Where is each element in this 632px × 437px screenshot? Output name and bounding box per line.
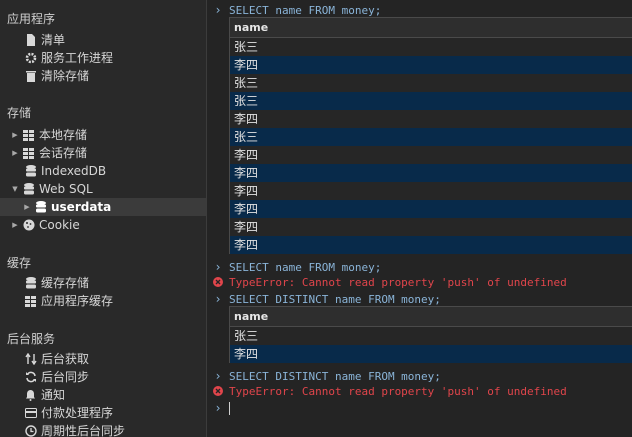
sidebar-item-userdata[interactable]: ▶ userdata <box>0 198 206 216</box>
table-header: name <box>230 307 632 327</box>
console-command-line: › SELECT DISTINCT name FROM money; <box>207 291 632 307</box>
table-row: 李四 <box>230 236 632 254</box>
console-error-line: TypeError: Cannot read property 'push' o… <box>207 274 632 290</box>
grid-icon <box>22 129 35 142</box>
sidebar-item-label: Cookie <box>39 218 80 232</box>
console-command-line: › SELECT DISTINCT name FROM money; <box>207 368 632 384</box>
section-title-background-services: 后台服务 <box>7 332 56 346</box>
section-title-cache: 缓存 <box>7 256 32 270</box>
sidebar-item-manifest[interactable]: 清单 <box>0 31 206 49</box>
sidebar-item-background-sync[interactable]: 后台同步 <box>0 368 206 386</box>
database-icon <box>22 183 35 196</box>
sidebar-item-label: 应用程序缓存 <box>41 294 114 308</box>
table-header: name <box>230 18 632 38</box>
prompt-chevron-icon: › <box>214 369 222 383</box>
table-row: 张三 <box>230 327 632 345</box>
sidebar-item-label: 缓存存储 <box>41 276 90 290</box>
sync-icon <box>24 371 37 384</box>
sidebar-item-notifications[interactable]: 通知 <box>0 386 206 404</box>
console-command-line: › SELECT name FROM money; <box>207 259 632 275</box>
card-icon <box>24 407 37 420</box>
grid-icon <box>22 147 35 160</box>
command-text: SELECT DISTINCT name FROM money; <box>229 369 441 383</box>
sidebar-item-indexeddb[interactable]: IndexedDB <box>0 162 206 180</box>
table-row: 李四 <box>230 182 632 200</box>
document-icon <box>24 34 37 47</box>
command-text: SELECT DISTINCT name FROM money; <box>229 292 441 306</box>
prompt-chevron-icon: › <box>214 260 222 274</box>
error-icon <box>213 277 223 287</box>
expand-arrow-icon[interactable]: ▶ <box>10 131 20 139</box>
database-icon <box>24 165 37 178</box>
sidebar-item-cookie[interactable]: ▶ Cookie <box>0 216 206 234</box>
clock-icon <box>24 425 37 437</box>
sidebar-item-app-cache[interactable]: 应用程序缓存 <box>0 292 206 310</box>
sidebar-item-web-sql[interactable]: ▼ Web SQL <box>0 180 206 198</box>
sidebar-item-cache-storage[interactable]: 缓存存储 <box>0 274 206 292</box>
sidebar-item-label: 本地存储 <box>39 128 88 142</box>
sidebar-item-session-storage[interactable]: ▶ 会话存储 <box>0 144 206 162</box>
arrows-updown-icon <box>24 353 37 366</box>
section-title-storage: 存储 <box>7 106 32 120</box>
text-cursor <box>229 402 230 415</box>
result-table: name 张三 李四 <box>229 306 632 363</box>
sidebar-item-label: 周期性后台同步 <box>41 424 126 437</box>
cookie-icon <box>22 219 35 232</box>
table-row: 李四 <box>230 345 632 363</box>
sidebar-item-label: IndexedDB <box>41 164 107 178</box>
sidebar-item-payment-handler[interactable]: 付款处理程序 <box>0 404 206 422</box>
sidebar: 应用程序 清单 服务工作进程 清除存储 存储 ▶ 本地存储 ▶ 会话存储 Ind… <box>0 0 207 437</box>
error-icon <box>213 386 223 396</box>
sidebar-item-label: Web SQL <box>39 182 93 196</box>
gear-icon <box>24 52 37 65</box>
error-text: TypeError: Cannot read property 'push' o… <box>229 275 567 289</box>
sidebar-item-label: 会话存储 <box>39 146 88 160</box>
table-row: 李四 <box>230 200 632 218</box>
section-title-application: 应用程序 <box>7 12 56 26</box>
console-command-line: › SELECT name FROM money; <box>207 2 632 18</box>
trash-icon <box>24 70 37 83</box>
sidebar-item-local-storage[interactable]: ▶ 本地存储 <box>0 126 206 144</box>
expand-arrow-icon[interactable]: ▶ <box>10 221 20 229</box>
expand-arrow-icon[interactable]: ▶ <box>22 203 32 211</box>
sidebar-item-label: userdata <box>51 200 112 214</box>
sidebar-item-service-workers[interactable]: 服务工作进程 <box>0 49 206 67</box>
bell-icon <box>24 389 37 402</box>
table-row: 张三 <box>230 74 632 92</box>
sidebar-item-label: 付款处理程序 <box>41 406 114 420</box>
table-row: 李四 <box>230 164 632 182</box>
sidebar-item-periodic-sync[interactable]: 周期性后台同步 <box>0 422 206 437</box>
console-error-line: TypeError: Cannot read property 'push' o… <box>207 383 632 399</box>
expand-arrow-icon[interactable]: ▶ <box>10 149 20 157</box>
sidebar-item-label: 服务工作进程 <box>41 51 114 65</box>
table-row: 李四 <box>230 146 632 164</box>
sidebar-item-background-fetch[interactable]: 后台获取 <box>0 350 206 368</box>
sidebar-item-label: 清除存储 <box>41 69 90 83</box>
table-row: 李四 <box>230 110 632 128</box>
command-text: SELECT name FROM money; <box>229 3 382 17</box>
result-table: name 张三 李四 张三 张三 李四 张三 李四 李四 李四 李四 李四 李四 <box>229 17 632 254</box>
table-row: 张三 <box>230 128 632 146</box>
sidebar-item-label: 后台同步 <box>41 370 90 384</box>
table-row: 李四 <box>230 56 632 74</box>
sidebar-item-label: 后台获取 <box>41 352 90 366</box>
prompt-chevron-icon: › <box>214 292 222 306</box>
table-row: 张三 <box>230 38 632 56</box>
sidebar-item-label: 通知 <box>41 388 66 402</box>
prompt-chevron-icon: › <box>214 401 222 415</box>
prompt-chevron-icon: › <box>214 3 222 17</box>
database-icon <box>34 201 47 214</box>
table-row: 张三 <box>230 92 632 110</box>
table-row: 李四 <box>230 218 632 236</box>
console-input-line[interactable]: › <box>207 400 632 416</box>
grid-icon <box>24 295 37 308</box>
sidebar-item-label: 清单 <box>41 33 66 47</box>
command-text: SELECT name FROM money; <box>229 260 382 274</box>
error-text: TypeError: Cannot read property 'push' o… <box>229 384 567 398</box>
collapse-arrow-icon[interactable]: ▼ <box>10 185 20 193</box>
database-icon <box>24 277 37 290</box>
sidebar-item-clear-storage[interactable]: 清除存储 <box>0 67 206 85</box>
